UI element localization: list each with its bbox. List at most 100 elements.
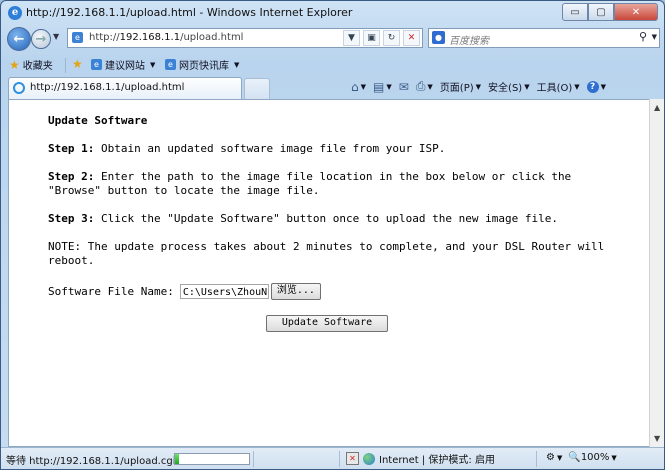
status-bar: 等待 http://192.168.1.1/upload.cgi... ✕ In… bbox=[1, 447, 664, 469]
stop-icon[interactable]: ✕ bbox=[403, 30, 420, 46]
status-right: ⚙ ▼ 🔍100% ▼ bbox=[546, 452, 617, 463]
chevron-down-icon: ▼ bbox=[150, 60, 156, 69]
page-menu-label: 页面(P) bbox=[439, 83, 474, 94]
blocked-content-icon: ✕ bbox=[346, 452, 359, 465]
favorites-button[interactable]: ★ 收藏夹 bbox=[9, 57, 53, 73]
update-software-button[interactable]: Update Software bbox=[266, 315, 388, 332]
history-dropdown-icon[interactable]: ▼ bbox=[53, 32, 59, 41]
search-icon[interactable]: ⚲ bbox=[639, 30, 647, 43]
address-bar[interactable]: e http://192.168.1.1/upload.html ▼ ▣ ↻ ✕ bbox=[67, 28, 423, 48]
vertical-scrollbar[interactable]: ▲ ▼ bbox=[649, 99, 664, 447]
address-prefix: http:// bbox=[89, 32, 120, 43]
command-bar: ⌂ ▼ ▤ ▼ ✉ ⎙ ▼ 页面(P) ▼ 安全(S) ▼ 工具(O) ▼ ? ▼ bbox=[351, 79, 613, 94]
window-title: http://192.168.1.1/upload.html - Windows… bbox=[26, 6, 353, 19]
maximize-button[interactable]: ▢ bbox=[588, 3, 614, 21]
address-dropdown-icon[interactable]: ▼ bbox=[343, 30, 360, 46]
mail-button[interactable]: ✉ bbox=[399, 80, 409, 94]
step-3: Step 3: Click the "Update Software" butt… bbox=[48, 212, 628, 226]
chevron-down-icon: ▼ bbox=[611, 454, 617, 462]
zoom-level: 100% bbox=[580, 452, 610, 463]
progress-fill bbox=[175, 454, 179, 464]
divider bbox=[339, 451, 340, 467]
print-button[interactable]: ⎙ ▼ bbox=[416, 79, 433, 94]
file-row: Software File Name: C:\Users\ZhouNia 浏览.… bbox=[48, 283, 321, 300]
step-2: Step 2: Enter the path to the image file… bbox=[48, 170, 628, 198]
loading-icon bbox=[13, 82, 25, 94]
step-3-text: Click the "Update Software" button once … bbox=[94, 212, 558, 225]
progress-bar bbox=[174, 453, 250, 465]
step-1-text: Obtain an updated software image file fr… bbox=[94, 142, 446, 155]
search-options-icon[interactable]: ▼ bbox=[652, 33, 657, 41]
browse-button[interactable]: 浏览... bbox=[270, 283, 321, 300]
minimize-button[interactable]: ▭ bbox=[562, 3, 588, 21]
title-bar: e http://192.168.1.1/upload.html - Windo… bbox=[1, 1, 664, 25]
add-favorite-star-icon: ★ bbox=[72, 57, 83, 71]
rss-icon: ▤ bbox=[373, 79, 385, 94]
favorites-label: 收藏夹 bbox=[22, 61, 53, 72]
address-text[interactable]: http://192.168.1.1/upload.html bbox=[89, 32, 243, 43]
close-button[interactable]: ✕ bbox=[614, 3, 658, 21]
favorite-link-label: 网页快讯库 bbox=[179, 61, 229, 72]
popup-blocker-icon[interactable]: ⚙ ▼ bbox=[546, 452, 562, 463]
update-note: NOTE: The update process takes about 2 m… bbox=[48, 240, 605, 267]
address-path: /upload.html bbox=[180, 32, 244, 43]
star-icon: ★ bbox=[9, 57, 20, 72]
help-button[interactable]: ? ▼ bbox=[586, 80, 606, 93]
new-tab-button[interactable] bbox=[244, 78, 270, 99]
page-menu[interactable]: 页面(P) ▼ bbox=[439, 79, 482, 95]
safety-menu[interactable]: 安全(S) ▼ bbox=[488, 79, 530, 95]
help-icon: ? bbox=[586, 80, 599, 93]
security-zone[interactable]: ✕ Internet | 保护模式: 启用 bbox=[346, 451, 495, 466]
mail-icon: ✉ bbox=[398, 79, 409, 94]
chevron-down-icon: ▼ bbox=[360, 82, 367, 91]
zoom-control[interactable]: 🔍100% ▼ bbox=[568, 452, 616, 463]
safety-menu-label: 安全(S) bbox=[488, 83, 523, 94]
status-text: 等待 http://192.168.1.1/upload.cgi... bbox=[6, 456, 186, 467]
feeds-button[interactable]: ▤ ▼ bbox=[373, 80, 392, 94]
home-button[interactable]: ⌂ ▼ bbox=[351, 80, 366, 94]
compatibility-view-icon[interactable]: ▣ bbox=[363, 30, 380, 46]
window-controls: ▭ ▢ ✕ bbox=[562, 3, 658, 21]
step-1: Step 1: Obtain an updated software image… bbox=[48, 142, 628, 156]
chevron-down-icon: ▼ bbox=[386, 82, 392, 91]
chevron-down-icon: ▼ bbox=[234, 60, 240, 69]
scroll-down-icon[interactable]: ▼ bbox=[654, 434, 660, 443]
chevron-down-icon: ▼ bbox=[524, 82, 530, 91]
refresh-icon[interactable]: ↻ bbox=[383, 30, 400, 46]
step-3-label: Step 3: bbox=[48, 212, 95, 225]
divider bbox=[253, 451, 254, 467]
baidu-icon: ● bbox=[432, 31, 445, 44]
home-icon: ⌂ bbox=[351, 79, 359, 94]
tools-menu-label: 工具(O) bbox=[536, 83, 573, 94]
back-button[interactable]: ← bbox=[7, 27, 31, 51]
tools-menu[interactable]: 工具(O) ▼ bbox=[536, 79, 580, 95]
zoom-icon: 🔍 bbox=[568, 452, 581, 463]
page-icon: e bbox=[72, 32, 83, 43]
chevron-down-icon: ▼ bbox=[475, 82, 482, 91]
file-path-input[interactable]: C:\Users\ZhouNia bbox=[179, 284, 269, 299]
file-name-label: Software File Name: bbox=[48, 285, 174, 298]
page-title: Update Software bbox=[48, 114, 148, 127]
favorite-link-label: 建议网站 bbox=[105, 61, 145, 72]
address-buttons: ▼ ▣ ↻ ✕ bbox=[343, 30, 420, 46]
tab-row: http://192.168.1.1/upload.html ⌂ ▼ ▤ ▼ ✉ ⎙… bbox=[1, 76, 664, 99]
step-2-text: Enter the path to the image file locatio… bbox=[48, 170, 572, 197]
zone-label: Internet | 保护模式: 启用 bbox=[379, 455, 495, 466]
search-box[interactable]: ● 百度搜索 ⚲ ▼ bbox=[428, 28, 660, 48]
scroll-up-icon[interactable]: ▲ bbox=[654, 103, 660, 112]
ie-logo-icon: e bbox=[8, 6, 22, 20]
tab-upload[interactable]: http://192.168.1.1/upload.html bbox=[8, 77, 242, 99]
ie-page-icon: e bbox=[91, 59, 102, 70]
browser-window: e http://192.168.1.1/upload.html - Windo… bbox=[0, 0, 665, 470]
step-2-label: Step 2: bbox=[48, 170, 95, 183]
chevron-down-icon: ▼ bbox=[427, 82, 433, 91]
add-favorite-button[interactable]: ★ bbox=[72, 57, 83, 71]
ie-page-icon: e bbox=[165, 59, 176, 70]
address-host: 192.168.1.1 bbox=[119, 32, 181, 43]
chevron-down-icon: ▼ bbox=[574, 82, 580, 91]
favorite-link-suggested-sites[interactable]: e 建议网站 ▼ bbox=[91, 57, 155, 72]
forward-button[interactable]: → bbox=[31, 29, 51, 49]
favorite-link-web-slice-gallery[interactable]: e 网页快讯库 ▼ bbox=[165, 57, 239, 72]
step-1-label: Step 1: bbox=[48, 142, 95, 155]
search-placeholder[interactable]: 百度搜索 bbox=[449, 32, 489, 47]
